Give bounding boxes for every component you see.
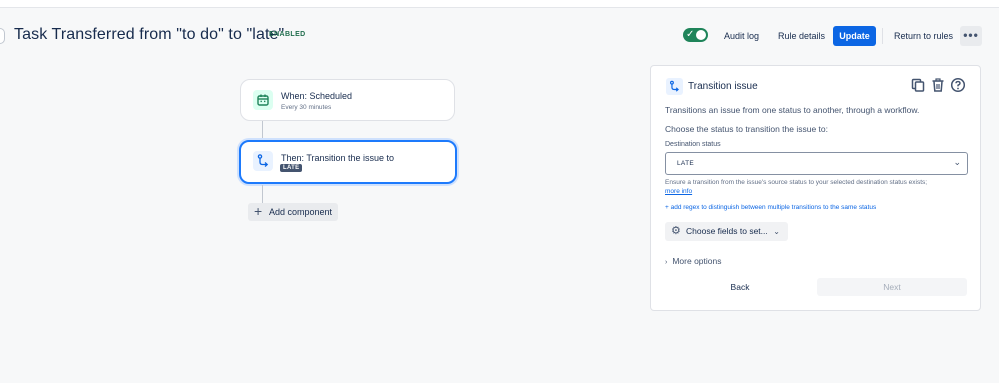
help-icon[interactable] <box>950 77 966 93</box>
connector-line <box>262 185 263 203</box>
chevron-right-icon: › <box>665 259 668 266</box>
panel-description: Transitions an issue from one status to … <box>665 105 920 115</box>
more-options-toggle[interactable]: › More options <box>665 256 721 266</box>
chevron-down-icon: ⌄ <box>953 157 961 167</box>
component-config-panel: Transition issue Transitions an issue fr… <box>650 65 981 311</box>
more-info-link[interactable]: more info <box>665 188 692 195</box>
hint-text: Ensure a transition from the issue's sou… <box>665 179 928 186</box>
duplicate-icon[interactable] <box>910 77 926 93</box>
transition-icon <box>253 151 273 171</box>
action-title: Then: Transition the issue to <box>281 153 395 163</box>
page-title: Task Transferred from "to do" to "late" <box>14 26 285 43</box>
plus-icon: + <box>254 203 263 219</box>
rule-enabled-toggle[interactable]: ✓ <box>683 28 708 42</box>
add-regex-link[interactable]: + add regex to distinguish between multi… <box>665 204 876 211</box>
gear-icon: ⚙ <box>671 225 681 237</box>
audit-log-button[interactable]: Audit log <box>718 26 765 46</box>
action-node[interactable]: Then: Transition the issue to LATE <box>239 140 457 184</box>
destination-status-value: LATE <box>677 160 694 167</box>
trigger-subtitle: Every 30 minutes <box>281 104 332 111</box>
panel-title: Transition issue <box>688 81 758 92</box>
return-to-rules-button[interactable]: Return to rules <box>888 26 959 46</box>
top-bar <box>0 0 999 8</box>
next-button[interactable]: Next <box>817 278 967 296</box>
choose-fields-button[interactable]: ⚙ Choose fields to set... ⌄ <box>665 222 788 241</box>
chevron-down-icon: ⌄ <box>773 227 780 236</box>
calendar-icon <box>253 90 273 110</box>
back-button[interactable]: Back <box>665 278 815 296</box>
connector-line <box>262 121 263 141</box>
update-button[interactable]: Update <box>833 26 876 46</box>
toggle-knob <box>696 30 706 40</box>
header-divider <box>882 28 883 44</box>
rule-details-button[interactable]: Rule details <box>772 26 831 46</box>
destination-status-select[interactable]: LATE ⌄ <box>665 152 968 175</box>
panel-actions <box>910 77 966 93</box>
status-lozenge: LATE <box>280 164 303 172</box>
trigger-title: When: Scheduled <box>281 91 353 101</box>
choose-status-label: Choose the status to transition the issu… <box>665 124 829 134</box>
add-component-button[interactable]: + Add component <box>248 203 338 221</box>
trash-icon[interactable] <box>930 77 946 93</box>
sidebar-collapse-handle[interactable] <box>0 28 5 44</box>
transition-icon <box>666 78 683 95</box>
add-component-label: Add component <box>269 207 333 217</box>
transition-hint: Ensure a transition from the issue's sou… <box>665 179 965 196</box>
more-options-label: More options <box>672 256 722 266</box>
more-actions-button[interactable]: ••• <box>960 26 982 46</box>
status-badge: ENABLED <box>269 31 306 38</box>
choose-fields-label: Choose fields to set... <box>686 226 768 236</box>
check-icon: ✓ <box>686 29 695 40</box>
trigger-node[interactable]: When: Scheduled Every 30 minutes <box>240 79 455 121</box>
destination-status-label: Destination status <box>665 141 721 148</box>
